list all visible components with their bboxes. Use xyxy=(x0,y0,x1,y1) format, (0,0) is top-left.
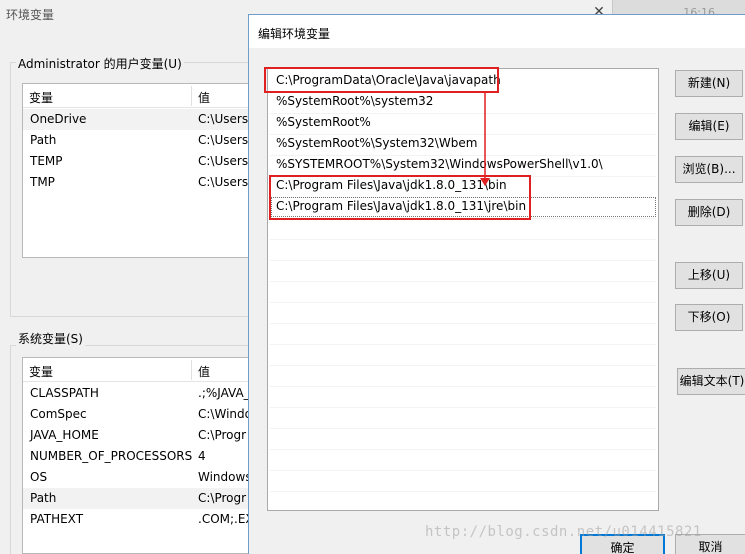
row-divider xyxy=(270,344,656,345)
column-divider[interactable] xyxy=(191,360,192,380)
variable-name: OS xyxy=(30,470,48,484)
variable-name: JAVA_HOME xyxy=(30,428,99,442)
list-item[interactable]: NUMBER_OF_PROCESSORS 4 xyxy=(23,446,251,467)
row-divider xyxy=(270,428,656,429)
column-header-value[interactable]: 值 xyxy=(198,363,210,380)
row-divider xyxy=(270,407,656,408)
row-divider xyxy=(270,302,656,303)
list-item[interactable]: PATHEXT .COM;.EX xyxy=(23,509,251,530)
variable-value: C:\Users\ xyxy=(198,112,252,126)
variable-value: C:\Users\ xyxy=(198,133,252,147)
system-variables-list[interactable]: 变量 值 CLASSPATH .;%JAVA_ ComSpec C:\Windo… xyxy=(22,357,252,554)
row-divider xyxy=(270,386,656,387)
variable-name: TMP xyxy=(30,175,55,189)
list-item[interactable]: OneDrive C:\Users\ xyxy=(23,109,251,130)
list-item[interactable]: CLASSPATH .;%JAVA_ xyxy=(23,383,251,404)
path-entry[interactable]: %SYSTEMROOT%\System32\WindowsPowerShell\… xyxy=(276,157,603,177)
system-variables-label: 系统变量(S) xyxy=(16,330,85,347)
row-divider xyxy=(270,365,656,366)
row-divider xyxy=(270,470,656,471)
user-variables-list[interactable]: 变量 值 OneDrive C:\Users\ Path C:\Users\ T… xyxy=(22,83,252,258)
variable-value: 4 xyxy=(198,449,206,463)
highlight-box-javapath xyxy=(264,67,499,93)
dialog-title: 编辑环境变量 xyxy=(258,27,331,41)
dialog-title-bar[interactable]: 编辑环境变量 xyxy=(249,15,745,48)
edit-button[interactable]: 编辑(E) xyxy=(675,113,743,140)
column-header-variable[interactable]: 变量 xyxy=(29,363,53,380)
list-item[interactable]: OS Windows xyxy=(23,467,251,488)
variable-value: .;%JAVA_ xyxy=(198,386,250,400)
column-header-variable[interactable]: 变量 xyxy=(29,89,53,106)
variable-value: C:\Progr xyxy=(198,428,247,442)
variable-value: C:\Progr xyxy=(198,491,247,505)
edit-text-button[interactable]: 编辑文本(T) xyxy=(677,368,745,395)
list-item[interactable]: Path C:\Progr xyxy=(23,488,251,509)
list-item[interactable]: TMP C:\Users\ xyxy=(23,172,251,193)
browse-button[interactable]: 浏览(B)... xyxy=(675,156,743,183)
row-divider xyxy=(270,281,656,282)
variable-value: C:\Users\ xyxy=(198,154,252,168)
variable-value: C:\Users\ xyxy=(198,175,252,189)
variable-name: OneDrive xyxy=(30,112,87,126)
row-divider xyxy=(270,260,656,261)
new-button[interactable]: 新建(N) xyxy=(675,70,743,97)
variable-value: Windows xyxy=(198,470,252,484)
path-entry[interactable]: %SystemRoot%\System32\Wbem xyxy=(276,136,477,156)
move-up-button[interactable]: 上移(U) xyxy=(675,262,743,289)
edit-environment-variable-dialog: 编辑环境变量 C:\ProgramData\Oracle\Java\javapa… xyxy=(248,14,745,554)
variable-name: Path xyxy=(30,491,57,505)
variable-name: Path xyxy=(30,133,57,147)
list-item[interactable]: JAVA_HOME C:\Progr xyxy=(23,425,251,446)
list-header: 变量 值 xyxy=(23,358,251,382)
variable-value: C:\Windo xyxy=(198,407,252,421)
row-divider xyxy=(270,323,656,324)
variable-name: PATHEXT xyxy=(30,512,84,526)
list-item[interactable]: Path C:\Users\ xyxy=(23,130,251,151)
path-entries-list[interactable]: C:\ProgramData\Oracle\Java\javapath %Sys… xyxy=(264,67,659,511)
row-divider xyxy=(270,491,656,492)
path-entry[interactable]: %SystemRoot%\system32 xyxy=(276,94,433,114)
list-header: 变量 值 xyxy=(23,84,251,108)
variable-value: .COM;.EX xyxy=(198,512,252,526)
variable-name: TEMP xyxy=(30,154,63,168)
variable-name: ComSpec xyxy=(30,407,87,421)
path-entry[interactable]: %SystemRoot% xyxy=(276,115,371,135)
watermark-text: http://blog.csdn.net/u014415821 xyxy=(425,524,702,540)
row-divider xyxy=(270,449,656,450)
list-item[interactable]: ComSpec C:\Windo xyxy=(23,404,251,425)
row-divider xyxy=(270,239,656,240)
variable-name: NUMBER_OF_PROCESSORS xyxy=(30,449,193,463)
window-title: 环境变量 xyxy=(6,8,55,22)
delete-button[interactable]: 删除(D) xyxy=(675,199,743,226)
move-down-button[interactable]: 下移(O) xyxy=(675,304,743,331)
column-divider[interactable] xyxy=(191,86,192,106)
variable-name: CLASSPATH xyxy=(30,386,99,400)
column-header-value[interactable]: 值 xyxy=(198,89,210,106)
list-item[interactable]: TEMP C:\Users\ xyxy=(23,151,251,172)
highlight-box-jdk-paths xyxy=(269,175,531,220)
user-variables-label: Administrator 的用户变量(U) xyxy=(16,55,184,72)
